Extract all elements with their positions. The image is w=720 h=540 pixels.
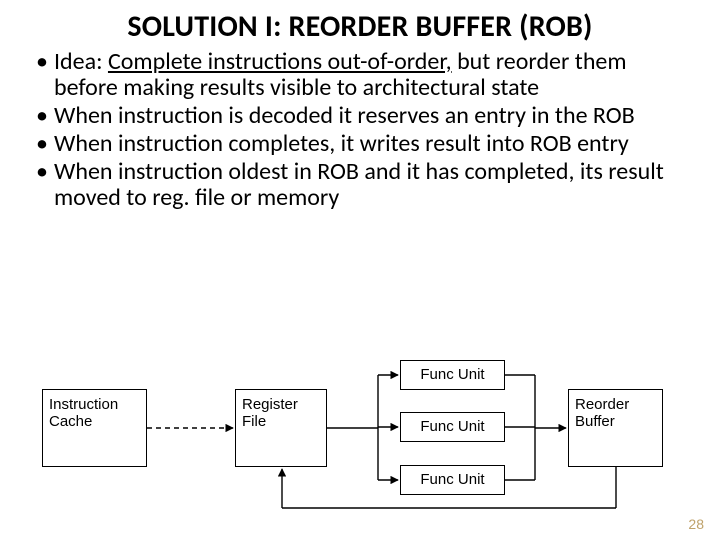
bullet-idea-prefix: Idea: (54, 47, 108, 76)
slide-number: 28 (688, 516, 704, 532)
bullet-decode: When instruction is decoded it reserves … (36, 103, 690, 129)
bullet-list: Idea: Complete instructions out-of-order… (30, 49, 700, 210)
bullet-commit: When instruction oldest in ROB and it ha… (36, 159, 690, 211)
diagram-arrows (0, 356, 720, 536)
bullet-idea-underlined: Complete instructions out-of-order, (108, 47, 452, 76)
page-title: SOLUTION I: REORDER BUFFER (ROB) (0, 0, 720, 47)
bullet-complete: When instruction completes, it writes re… (36, 131, 690, 157)
bullet-idea: Idea: Complete instructions out-of-order… (36, 49, 690, 101)
pipeline-diagram: InstructionCache RegisterFile Func Unit … (0, 356, 720, 536)
